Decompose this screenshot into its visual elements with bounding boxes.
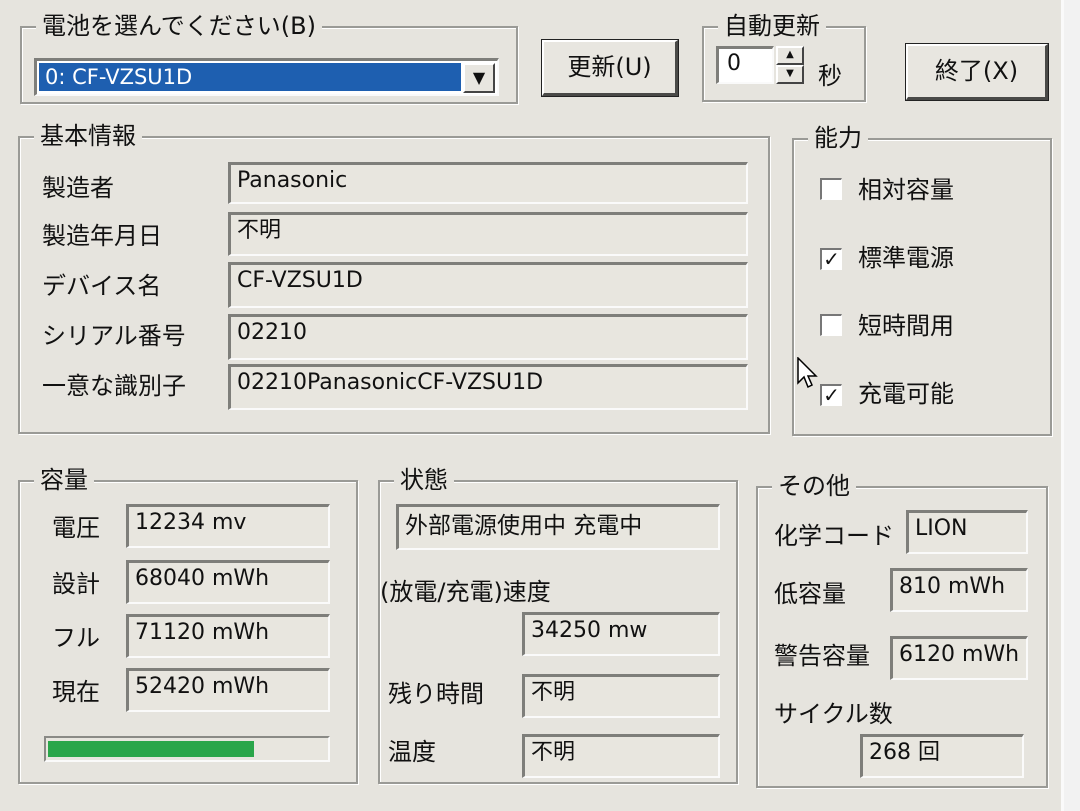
serial-number-field: 02210 <box>228 314 748 360</box>
standard-power-label: 標準電源 <box>858 244 954 272</box>
auto-refresh-legend: 自動更新 <box>718 12 826 40</box>
full-capacity-label: フル <box>52 624 100 652</box>
window-edge <box>1064 0 1080 811</box>
rechargeable-checkbox[interactable]: ✓ <box>820 384 842 406</box>
low-capacity-field: 810 mWh <box>890 568 1028 612</box>
chemistry-code-label: 化学コード <box>774 522 894 550</box>
short-term-label: 短時間用 <box>858 312 954 340</box>
battery-select-value: 0: CF-VZSU1D <box>39 63 461 91</box>
warning-capacity-field: 6120 mWh <box>890 636 1028 680</box>
voltage-label: 電圧 <box>52 514 100 542</box>
low-capacity-label: 低容量 <box>774 580 846 608</box>
cycle-count-field: 268 回 <box>860 734 1024 778</box>
power-state-field: 外部電源使用中 充電中 <box>396 504 720 550</box>
capacity-legend: 容量 <box>34 466 94 494</box>
relative-capacity-checkbox[interactable] <box>820 178 842 200</box>
charge-progress-bar <box>44 736 330 762</box>
remaining-time-label: 残り時間 <box>388 680 484 708</box>
short-term-checkbox[interactable] <box>820 314 842 336</box>
device-name-label: デバイス名 <box>42 272 162 300</box>
charge-progress-fill <box>48 741 254 757</box>
temperature-field: 不明 <box>522 734 720 778</box>
remaining-time-field: 不明 <box>522 674 720 718</box>
standard-power-checkbox[interactable]: ✓ <box>820 248 842 270</box>
mouse-pointer-icon <box>797 357 818 389</box>
serial-number-label: シリアル番号 <box>42 322 186 350</box>
warning-capacity-label: 警告容量 <box>774 642 870 670</box>
refresh-button[interactable]: 更新(U) <box>541 39 679 97</box>
spin-up-icon[interactable]: ▲ <box>776 46 804 65</box>
device-name-field: CF-VZSU1D <box>228 262 748 308</box>
spin-down-icon[interactable]: ▼ <box>776 65 804 84</box>
manufacturer-label: 製造者 <box>42 174 114 202</box>
chemistry-code-field: LION <box>906 510 1028 554</box>
rate-field: 34250 mw <box>522 612 720 656</box>
rechargeable-label: 充電可能 <box>858 380 954 408</box>
auto-refresh-input[interactable]: 0 <box>716 46 774 84</box>
manufacture-date-field: 不明 <box>228 212 748 256</box>
cycle-count-label: サイクル数 <box>774 700 893 728</box>
temperature-label: 温度 <box>388 738 436 766</box>
battery-info-dialog: 電池を選んでください(B) 0: CF-VZSU1D ▼ 更新(U) 自動更新 … <box>0 0 1064 811</box>
capability-legend: 能力 <box>808 124 868 152</box>
manufacture-date-label: 製造年月日 <box>42 222 162 250</box>
battery-select-legend: 電池を選んでください(B) <box>36 12 322 40</box>
full-capacity-field: 71120 mWh <box>126 614 330 658</box>
battery-select-dropdown[interactable]: 0: CF-VZSU1D ▼ <box>34 58 499 96</box>
unique-id-label: 一意な識別子 <box>42 372 186 400</box>
chevron-down-icon[interactable]: ▼ <box>463 63 495 93</box>
current-capacity-label: 現在 <box>52 678 100 706</box>
relative-capacity-label: 相対容量 <box>858 176 954 204</box>
rate-label: (放電/充電)速度 <box>380 578 551 606</box>
design-capacity-label: 設計 <box>52 570 100 598</box>
manufacturer-field: Panasonic <box>228 162 748 204</box>
voltage-field: 12234 mv <box>126 504 330 548</box>
exit-button[interactable]: 終了(X) <box>905 43 1049 101</box>
other-legend: その他 <box>772 472 856 500</box>
design-capacity-field: 68040 mWh <box>126 560 330 604</box>
status-legend: 状態 <box>394 466 454 494</box>
current-capacity-field: 52420 mWh <box>126 668 330 712</box>
auto-refresh-unit: 秒 <box>818 62 842 90</box>
unique-id-field: 02210PanasonicCF-VZSU1D <box>228 364 748 410</box>
basic-info-legend: 基本情報 <box>34 122 142 150</box>
